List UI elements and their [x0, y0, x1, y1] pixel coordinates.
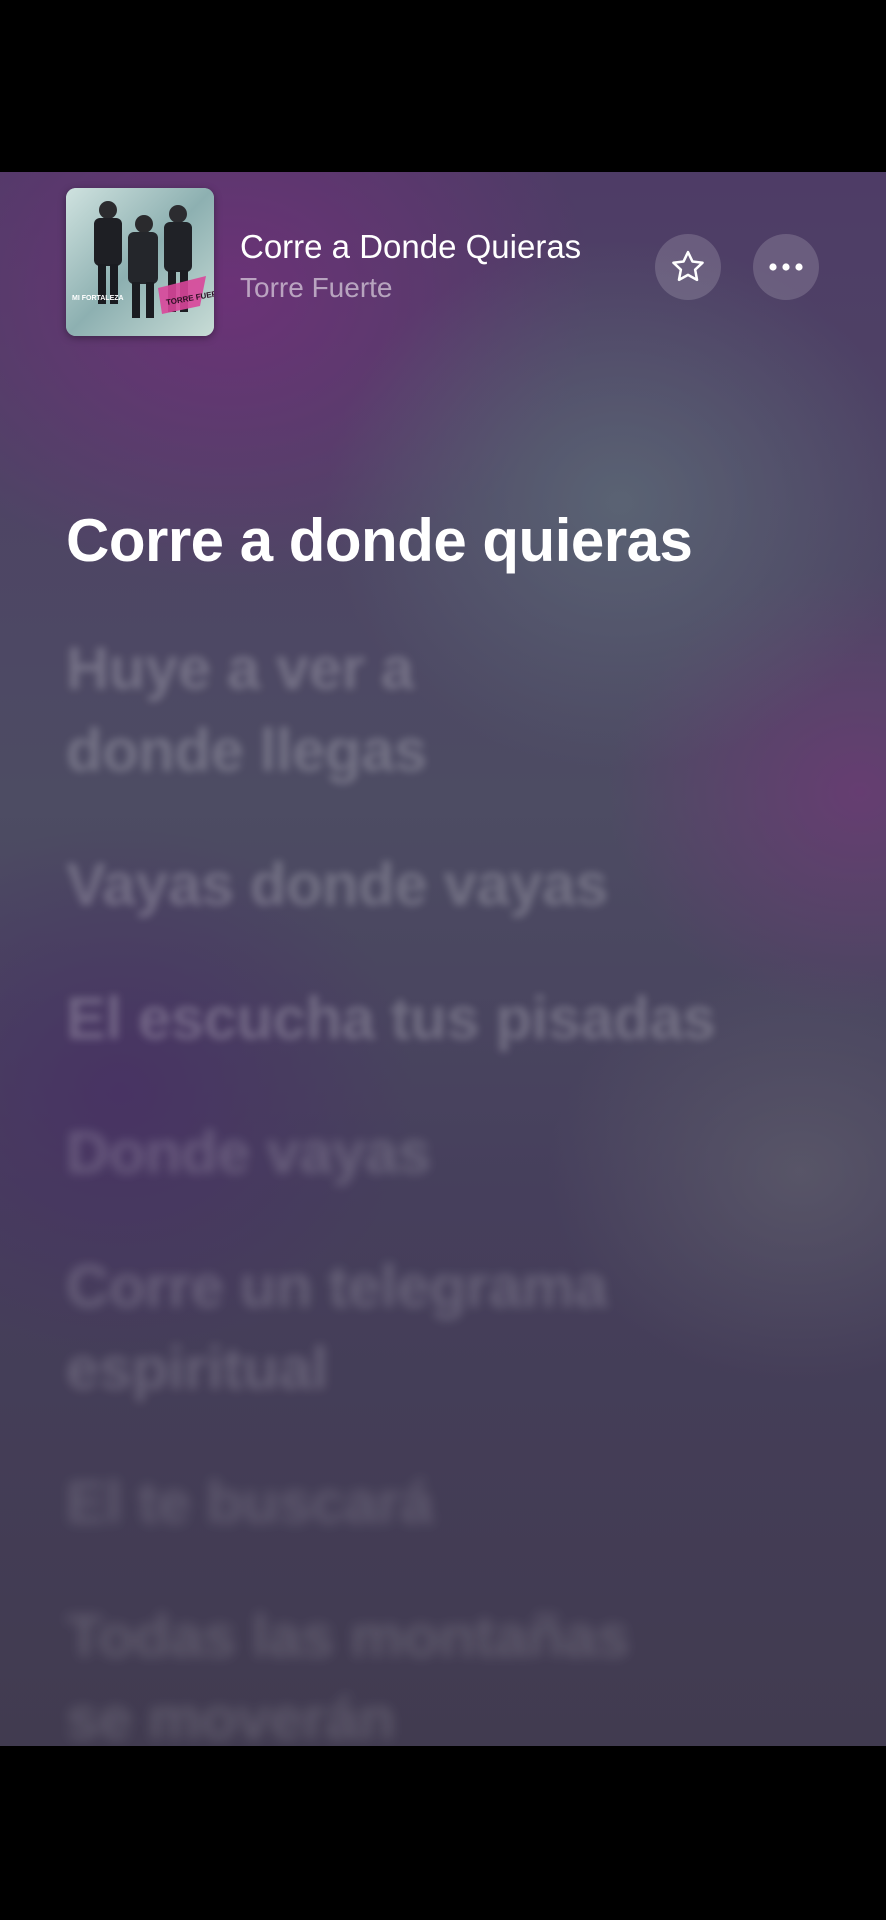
lyric-line[interactable]: El escucha tus pisadas	[66, 978, 846, 1060]
lyrics-screen: MI FORTALEZA TORRE FUERTE Corre a Donde …	[0, 172, 886, 1746]
album-artwork[interactable]: MI FORTALEZA TORRE FUERTE	[66, 188, 214, 336]
favorite-button[interactable]	[655, 234, 721, 300]
lyric-line[interactable]: Corre un telegrama espiritual	[66, 1246, 846, 1410]
lyric-line[interactable]: Todas las montañas se moverán	[66, 1596, 846, 1746]
artist-name[interactable]: Torre Fuerte	[240, 272, 393, 304]
album-cover-image: MI FORTALEZA TORRE FUERTE	[66, 188, 214, 336]
album-title-text: MI FORTALEZA	[72, 295, 124, 302]
song-title[interactable]: Corre a Donde Quieras	[240, 228, 581, 266]
lyric-line[interactable]: Huye a ver a donde llegas	[66, 628, 846, 792]
star-icon	[672, 250, 704, 282]
lyric-line[interactable]: Vayas donde vayas	[66, 844, 846, 926]
lyric-line-active[interactable]: Corre a donde quieras	[66, 500, 846, 582]
more-options-button[interactable]	[753, 234, 819, 300]
ellipsis-icon	[769, 263, 803, 271]
lyric-line[interactable]: El te buscará	[66, 1462, 846, 1544]
lyrics-list: Corre a donde quieras Huye a ver a donde…	[66, 500, 846, 1746]
lyric-line[interactable]: Donde vayas	[66, 1112, 846, 1194]
